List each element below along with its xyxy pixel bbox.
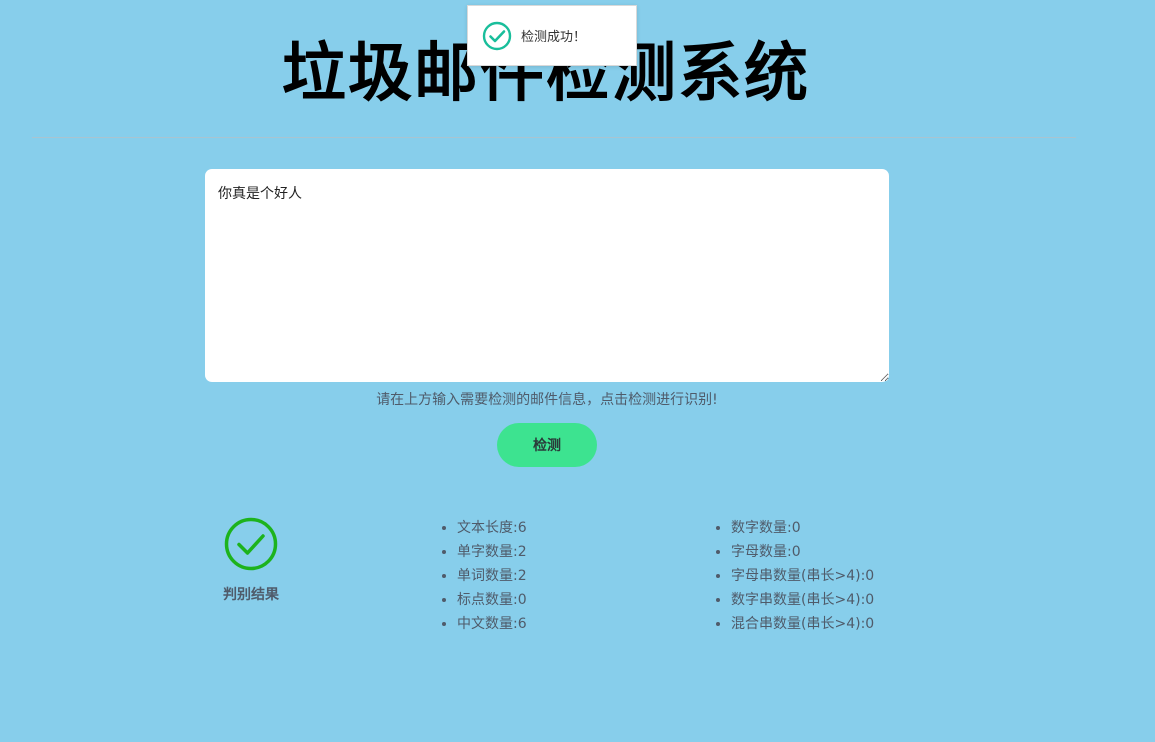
stat-item: 单词数量:2 <box>457 564 527 588</box>
toast-message: 检测成功！ <box>521 30 587 45</box>
stats-list-right: 数字数量:0 字母数量:0 字母串数量(串长>4):0 数字串数量(串长>4):… <box>713 516 874 636</box>
check-circle-icon <box>224 517 278 571</box>
stat-item: 文本长度:6 <box>457 516 527 540</box>
title-divider <box>32 137 1076 138</box>
stat-item: 中文数量:6 <box>457 612 527 636</box>
mail-content-input[interactable]: 你真是个好人 <box>205 169 889 382</box>
check-circle-icon <box>482 21 512 50</box>
stat-item: 混合串数量(串长>4):0 <box>731 612 874 636</box>
stats-list-left: 文本长度:6 单字数量:2 单词数量:2 标点数量:0 中文数量:6 <box>439 516 527 636</box>
result-label: 判别结果 <box>223 587 279 603</box>
stat-item: 标点数量:0 <box>457 588 527 612</box>
stat-item: 数字串数量(串长>4):0 <box>731 588 874 612</box>
success-toast: 检测成功！ <box>467 5 637 66</box>
detect-button[interactable]: 检测 <box>497 423 597 467</box>
stat-item: 字母数量:0 <box>731 540 874 564</box>
stat-item: 数字数量:0 <box>731 516 874 540</box>
stat-item: 单字数量:2 <box>457 540 527 564</box>
result-panel: 判别结果 <box>205 516 297 604</box>
input-hint: 请在上方输入需要检测的邮件信息，点击检测进行识别! <box>376 392 718 408</box>
stat-item: 字母串数量(串长>4):0 <box>731 564 874 588</box>
page: 检测成功！ 垃圾邮件检测系统 你真是个好人 请在上方输入需要检测的邮件信息，点击… <box>0 0 1155 742</box>
